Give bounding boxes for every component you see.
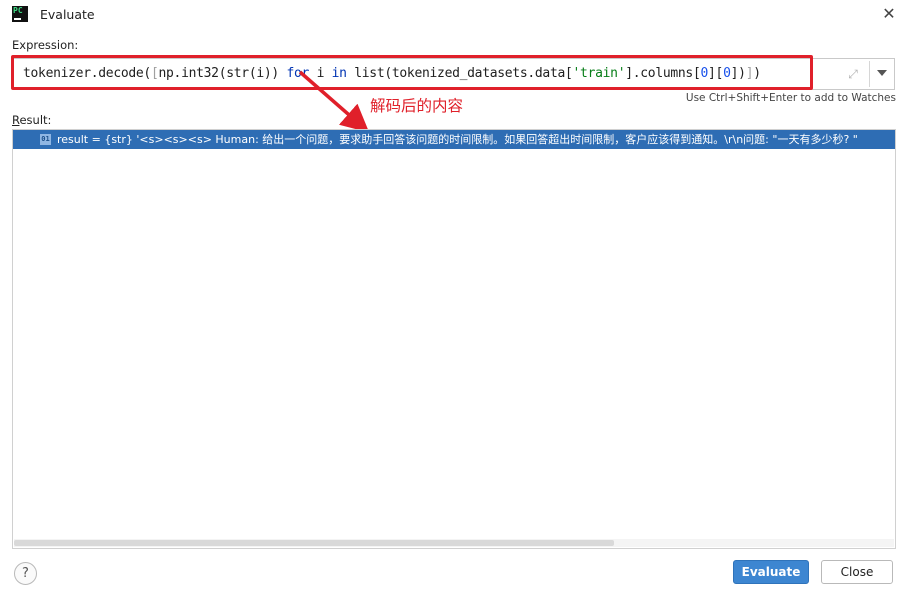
expression-token: for bbox=[286, 66, 310, 81]
result-value-text: result = {str} '<s><s><s> Human: 给出一个问题，… bbox=[57, 133, 858, 146]
evaluate-button[interactable]: Evaluate bbox=[733, 560, 809, 584]
expression-code[interactable]: tokenizer.decode([np.int32(str(i)) for i… bbox=[23, 66, 761, 81]
title-bar: PC Evaluate ✕ bbox=[0, 0, 908, 30]
expression-token: i bbox=[309, 66, 332, 81]
expression-input[interactable]: tokenizer.decode([np.int32(str(i)) for i… bbox=[13, 58, 895, 90]
value-type-icon: 01 bbox=[40, 134, 51, 145]
result-row[interactable]: 01 result = {str} '<s><s><s> Human: 给出一个… bbox=[13, 130, 895, 149]
result-label: Result: bbox=[12, 113, 52, 127]
pycharm-app-icon: PC bbox=[12, 6, 28, 22]
expression-token: tokenizer.decode( bbox=[23, 66, 151, 81]
dropdown-separator bbox=[869, 61, 870, 87]
window-title: Evaluate bbox=[40, 7, 95, 22]
expression-token: ) bbox=[753, 66, 761, 81]
annotation-label: 解码后的内容 bbox=[370, 97, 464, 115]
help-button[interactable]: ? bbox=[14, 562, 37, 585]
history-dropdown-icon[interactable] bbox=[876, 67, 888, 79]
scrollbar-thumb[interactable] bbox=[14, 540, 614, 546]
expand-icon[interactable]: ⤢ bbox=[845, 66, 861, 82]
expression-token: np.int32(str(i)) bbox=[158, 66, 287, 81]
expression-token: in bbox=[331, 66, 347, 81]
expression-token: 0 bbox=[700, 66, 709, 81]
close-icon[interactable]: ✕ bbox=[880, 5, 898, 23]
expression-token: [ bbox=[150, 66, 159, 81]
expression-label: Expression: bbox=[12, 38, 79, 52]
close-button[interactable]: Close bbox=[821, 560, 893, 584]
expression-token: ]) bbox=[730, 66, 746, 81]
expression-token: ].columns[ bbox=[625, 66, 701, 81]
expression-token: list(tokenized_datasets.data[ bbox=[346, 66, 573, 81]
expression-token: ][ bbox=[708, 66, 724, 81]
expression-token: 'train' bbox=[572, 66, 626, 81]
result-tree[interactable]: 01 result = {str} '<s><s><s> Human: 给出一个… bbox=[12, 129, 896, 549]
expression-token: 0 bbox=[723, 66, 731, 81]
watches-hint: Use Ctrl+Shift+Enter to add to Watches bbox=[685, 92, 896, 104]
horizontal-scrollbar[interactable] bbox=[14, 539, 894, 547]
